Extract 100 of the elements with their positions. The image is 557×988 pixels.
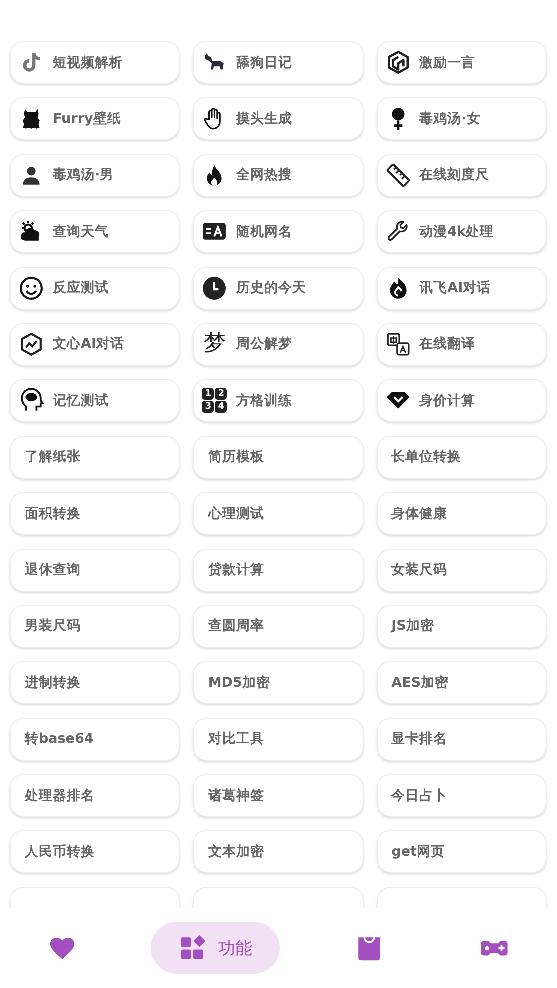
tool-card[interactable]: 历史的今天 [193,266,364,310]
tool-label: 短视频解析 [53,54,123,72]
tool-label: 进制转换 [25,674,81,692]
ruler-icon [386,162,411,188]
tool-label: 今日占卜 [392,786,448,805]
tool-card[interactable]: 简历模板 [193,436,364,479]
tool-card[interactable]: 贷款计算 [193,548,364,592]
tool-label: 人民币转换 [25,842,95,861]
tool-label: 了解纸张 [25,448,81,466]
tool-label: 反应测试 [53,279,109,298]
tool-card[interactable]: 毒鸡汤·女 [376,97,547,140]
tool-label: 贷款计算 [208,561,264,580]
tool-card[interactable]: 随机网名 [193,210,364,254]
hexagon-chart-icon [19,332,44,357]
tool-label: 文本加密 [208,842,264,861]
clock-icon [202,276,228,301]
tool-label: Furry壁纸 [53,110,122,128]
dream-glyph: 梦 [202,333,227,356]
tool-label: 激励一言 [420,54,476,72]
tool-label: 在线翻译 [420,335,476,354]
tool-label: 退休查询 [25,561,81,580]
tool-card[interactable]: 面积转换 [10,492,180,536]
tool-card[interactable]: 今日占卜 [376,774,547,818]
tool-card[interactable]: 动漫4k处理 [376,210,547,254]
tool-card[interactable]: 舔狗日记 [193,41,364,84]
tool-card[interactable]: 在线刻度尺 [376,154,547,197]
nav-tab[interactable]: 功能 [151,922,280,974]
tool-label: 长单位转换 [392,448,462,466]
tool-label: 随机网名 [236,222,292,241]
tool-card[interactable]: 处理器排名 [10,774,180,818]
tool-label: 舔狗日记 [236,54,292,72]
tool-card[interactable]: 反应测试 [10,266,180,310]
tool-label: 方格训练 [236,392,292,410]
tool-label: AES加密 [392,674,450,692]
tool-label: 身价计算 [420,392,476,410]
tool-label: 心理测试 [208,504,264,523]
tool-card[interactable]: get网页 [376,830,547,874]
tool-label: 对比工具 [208,730,264,748]
tool-card[interactable]: 毒鸡汤·男 [10,154,180,197]
tool-label: 查询天气 [53,222,109,241]
tool-card[interactable]: 诸葛神签 [193,774,364,818]
tool-card[interactable]: 显卡排名 [376,718,547,761]
head-brain-icon [19,388,44,414]
tool-card[interactable]: 摸头生成 [193,97,364,140]
tool-card[interactable]: 男装尺码 [10,604,180,648]
tool-label: JS加密 [392,617,434,636]
tool-label: 历史的今天 [236,279,306,298]
tool-label: 周公解梦 [236,335,292,354]
tool-label: 查圆周率 [208,617,264,636]
tool-card[interactable]: 文本加密 [193,830,364,874]
tool-label: 文心AI对话 [53,335,124,354]
tool-card[interactable]: 在线翻译 [376,322,547,366]
tool-card[interactable]: AES加密 [376,661,547,704]
tool-label: 男装尺码 [25,617,81,636]
tool-label: 身体健康 [392,504,448,523]
widgets-icon [179,934,208,962]
tool-card[interactable]: 长单位转换 [376,436,547,479]
tool-label: 毒鸡汤·男 [53,166,114,184]
tool-card[interactable]: 激励一言 [376,41,547,84]
tool-label: 显卡排名 [392,730,448,748]
tool-label: 女装尺码 [392,561,448,580]
tool-card[interactable]: MD5加密 [193,661,364,704]
tool-label: MD5加密 [208,674,270,692]
tool-card[interactable]: 文心AI对话 [10,322,180,366]
tool-label: 处理器排名 [25,786,95,805]
tool-card[interactable]: 转base64 [10,718,180,761]
tool-card[interactable]: Furry壁纸 [10,97,180,140]
tool-label: 简历模板 [208,448,264,466]
tool-label: 诸葛神签 [208,786,264,805]
tool-label: 面积转换 [25,504,81,523]
tool-card[interactable]: JS加密 [376,604,547,648]
tool-card[interactable]: 全网热搜 [193,154,364,197]
tool-card[interactable]: 心理测试 [193,492,364,536]
tool-card[interactable]: 对比工具 [193,718,364,761]
tool-card[interactable]: 查询天气 [10,210,180,254]
tool-card[interactable]: 查圆周率 [193,604,364,648]
tool-label: 转base64 [25,730,94,748]
tool-label: 全网热搜 [236,166,292,184]
smiley-icon [19,276,44,301]
tool-label: 动漫4k处理 [420,222,494,241]
tool-card[interactable]: 记忆测试 [10,379,180,422]
tool-card[interactable]: 女装尺码 [376,548,547,592]
tool-label: 毒鸡汤·女 [420,110,481,128]
tool-card[interactable]: 短视频解析 [10,41,180,84]
tool-card[interactable]: 1 2 3 4 方格训练 [193,379,364,422]
tool-card[interactable]: 梦 周公解梦 [193,322,364,366]
tool-card[interactable]: 进制转换 [10,661,180,704]
tool-card[interactable]: 讯飞AI对话 [376,266,547,310]
tool-label: 讯飞AI对话 [420,279,492,298]
tool-card[interactable]: 人民币转换 [10,830,180,874]
tool-card[interactable]: 身价计算 [376,379,547,422]
tool-label: 在线刻度尺 [420,166,490,184]
tool-label: get网页 [392,842,445,861]
cube-icon [386,50,411,75]
tool-label: 记忆测试 [53,392,109,410]
tool-label: 摸头生成 [236,110,292,128]
tool-card[interactable]: 退休查询 [10,548,180,592]
tool-card[interactable]: 了解纸张 [10,436,180,479]
tool-card[interactable]: 身体健康 [376,492,547,536]
translate-icon [386,332,411,357]
